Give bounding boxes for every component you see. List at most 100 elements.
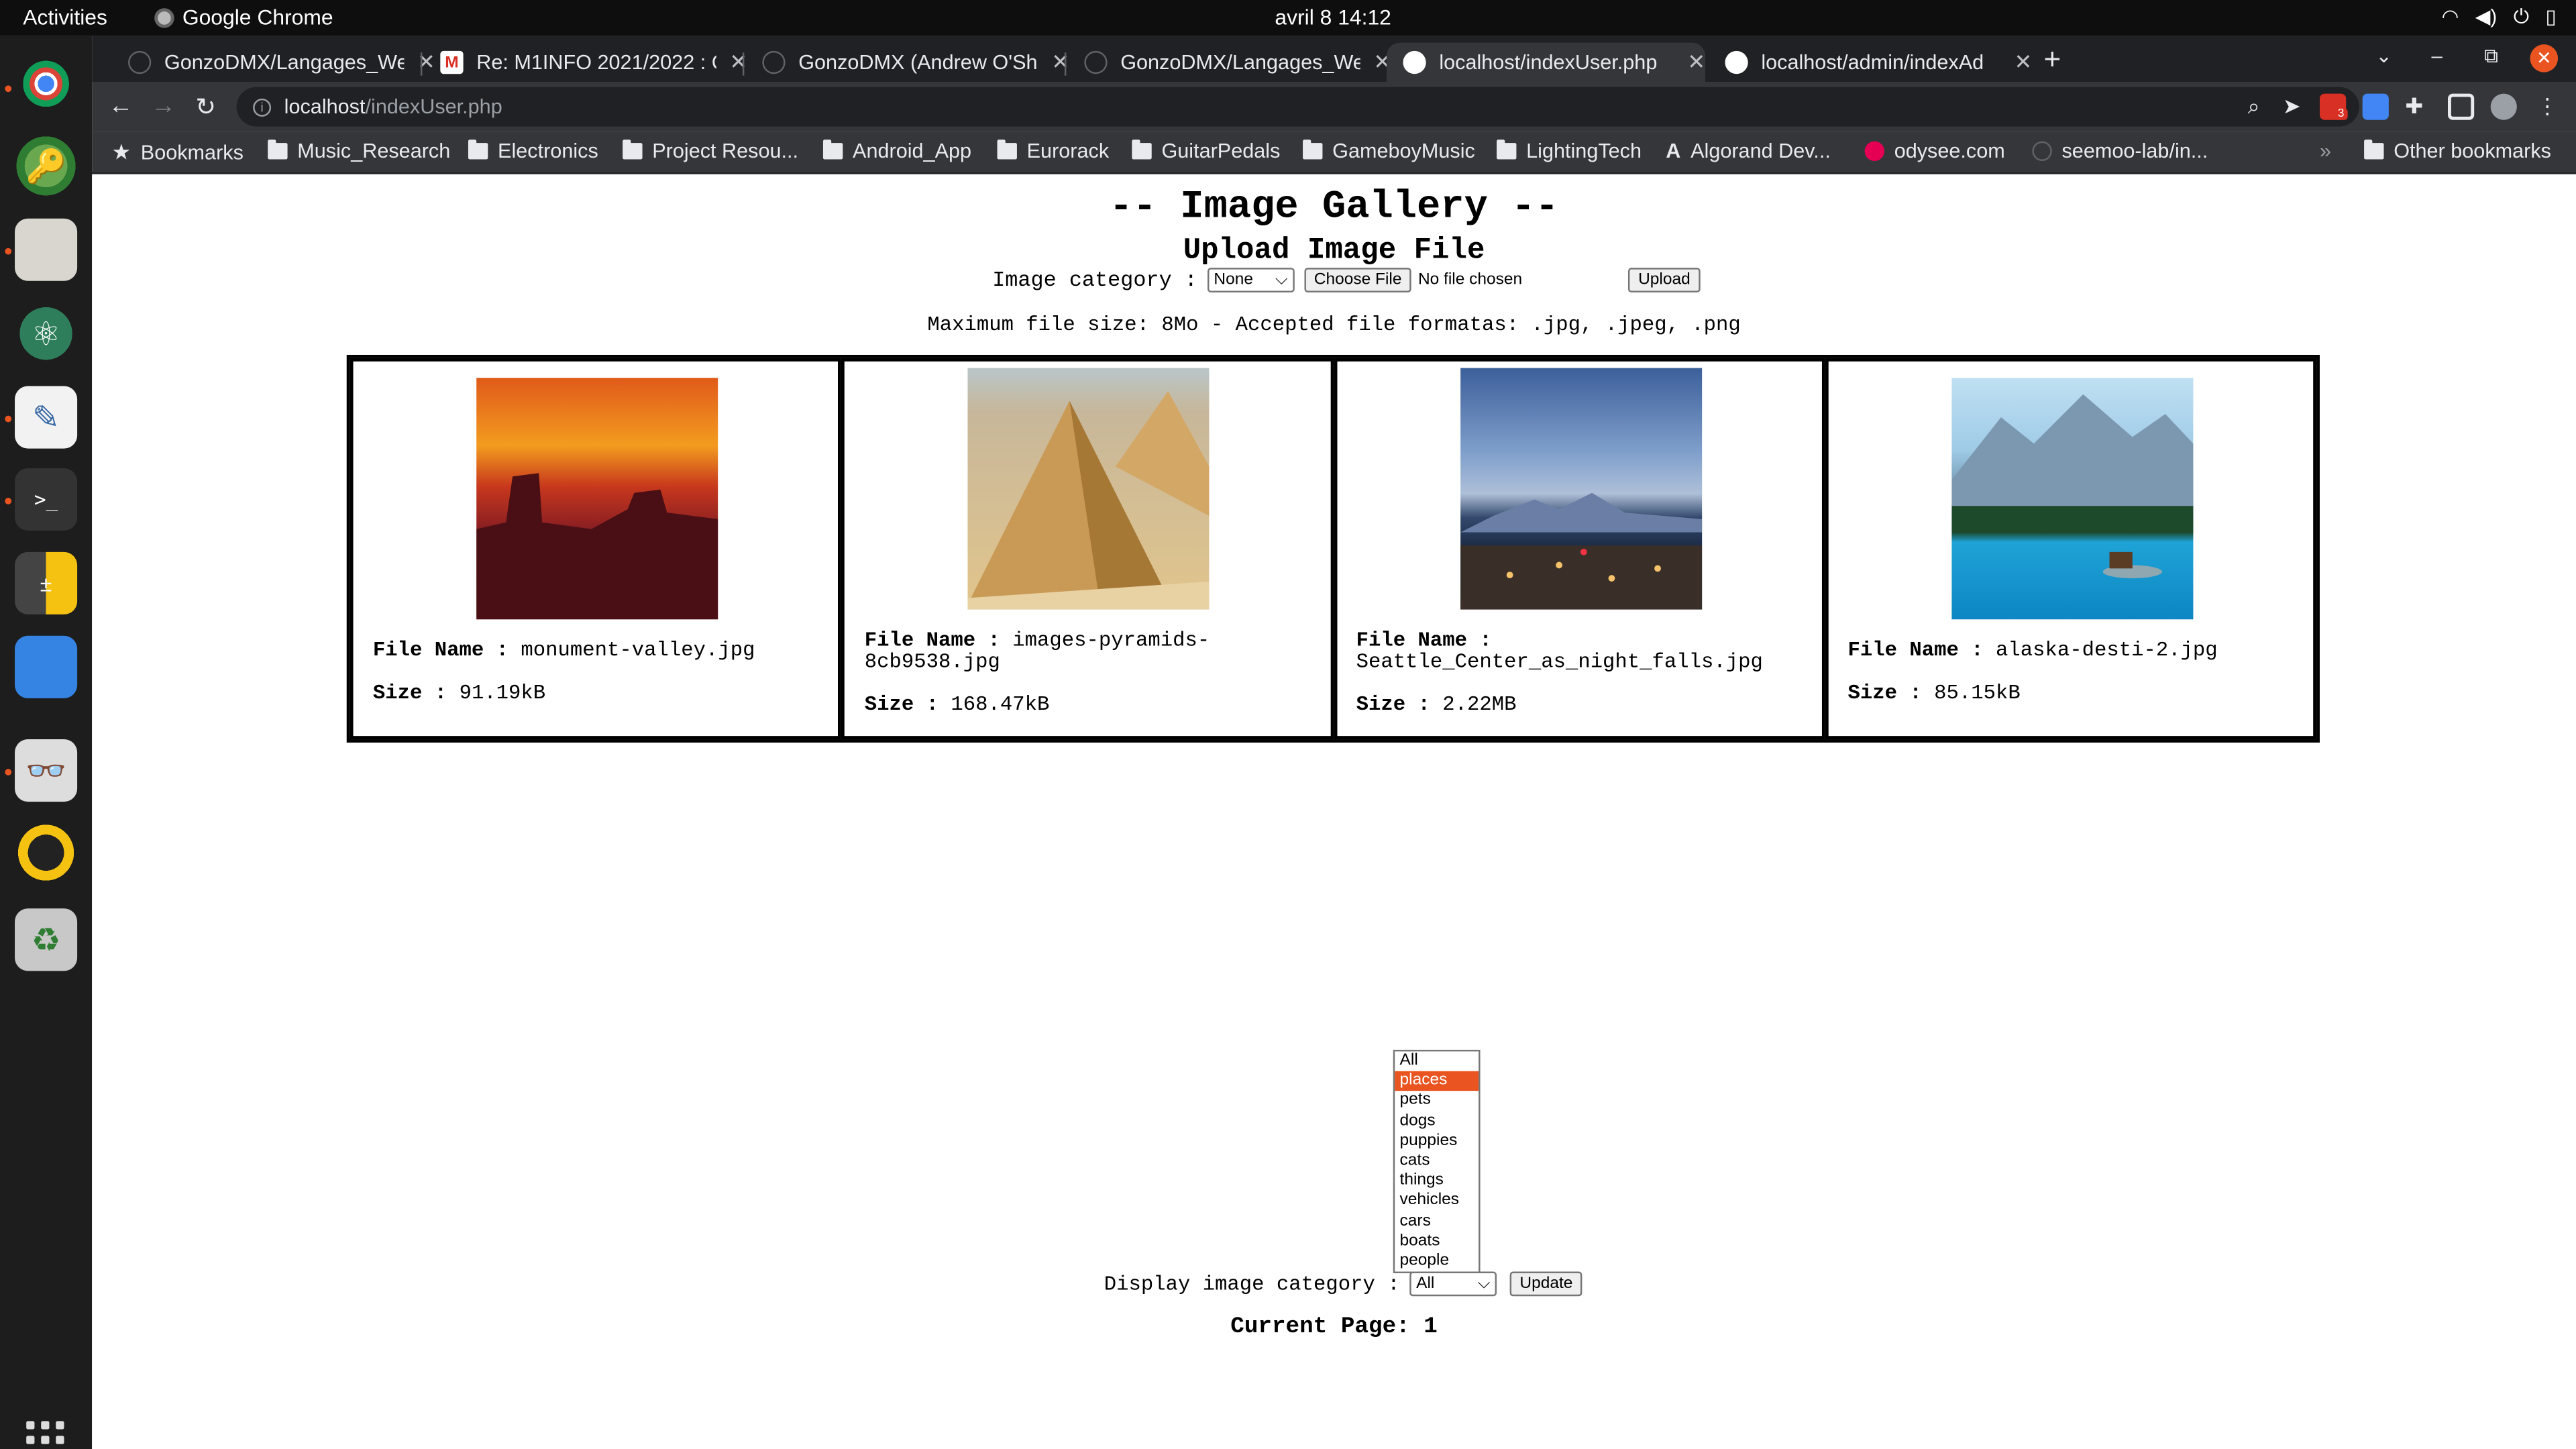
system-tray[interactable]: ◠ ◀) ⏻ ▯ (2442, 5, 2557, 30)
update-button[interactable]: Update (1509, 1271, 1583, 1297)
bookmark-label: Bookmarks (140, 141, 244, 164)
send-tab-icon[interactable]: ➤ (2283, 94, 2301, 120)
dropdown-option[interactable]: pets (1395, 1091, 1479, 1112)
side-panel-icon[interactable] (2448, 93, 2475, 120)
dropdown-option[interactable]: boats (1395, 1232, 1479, 1252)
category-dropdown-list[interactable]: All places pets dogs puppies cats things… (1393, 1049, 1481, 1274)
bookmarks-overflow-icon[interactable]: » (2320, 140, 2331, 162)
tab-3[interactable]: GonzoDMX (Andrew O'Sh ✕ (746, 43, 1069, 83)
dropdown-option[interactable]: things (1395, 1171, 1479, 1191)
file-info: File Name : alaska-desti-2.jpg (1848, 640, 2292, 662)
dropdown-option[interactable]: vehicles (1395, 1191, 1479, 1212)
upload-limits-text: Maximum file size: 8Mo - Accepted file f… (927, 313, 1741, 337)
trash-dock-icon[interactable]: ♻ (15, 908, 78, 971)
minimize-icon[interactable]: – (2432, 44, 2443, 67)
bookmark-seemoo-lab[interactable]: seemoo-lab/in... (2032, 140, 2208, 162)
star-icon: ★ (111, 140, 131, 164)
image-thumbnail-pyramids[interactable] (968, 368, 1210, 610)
text-editor-dock-icon[interactable]: ✎ (15, 386, 78, 449)
upload-heading: Upload Image File (1183, 235, 1485, 268)
file-info: File Name : images-pyramids-8cb9538.jpg (865, 630, 1308, 674)
chrome-small-icon (154, 7, 174, 28)
bookmark-gameboymusic[interactable]: GameboyMusic (1303, 140, 1475, 162)
app-menu[interactable]: Google Chrome (154, 5, 333, 30)
bookmark-project-resources[interactable]: Project Resou... (623, 140, 798, 162)
menu-kebab-icon[interactable]: ⋮ (2536, 94, 2563, 120)
dropdown-option[interactable]: puppies (1395, 1132, 1479, 1152)
bookmark-bookmarks[interactable]: ★ Bookmarks (112, 140, 244, 166)
upload-button[interactable]: Upload (1628, 268, 1701, 292)
size-info: Size : 85.15kB (1848, 683, 2292, 705)
bookmark-label: LightingTech (1526, 140, 1642, 163)
activities-button[interactable]: Activities (23, 5, 107, 30)
no-file-label: No file chosen (1417, 271, 1523, 290)
dropdown-option-highlighted[interactable]: places (1395, 1071, 1479, 1092)
close-tab-icon[interactable]: ✕ (2014, 49, 2032, 75)
close-window-icon[interactable]: ✕ (2530, 44, 2559, 72)
new-tab-button[interactable]: + (2044, 43, 2061, 77)
profile-avatar[interactable] (2490, 93, 2517, 120)
back-icon[interactable]: ← (109, 92, 133, 120)
restore-icon[interactable]: ⧉ (2484, 44, 2498, 69)
bookmark-other[interactable]: Other bookmarks (2364, 140, 2551, 162)
keepassxc-dock-icon[interactable]: 🔑 (15, 134, 78, 197)
dropdown-option[interactable]: cats (1395, 1152, 1479, 1172)
dropdown-option[interactable]: dogs (1395, 1112, 1479, 1132)
tab-5-active[interactable]: localhost/indexUser.php ✕ (1386, 42, 1706, 83)
tab-title: GonzoDMX/Langages_We (164, 50, 405, 74)
chrome-dock-icon[interactable] (15, 52, 78, 115)
bitwig-dock-icon[interactable] (15, 821, 78, 884)
tab-title: localhost/admin/indexAd (1761, 50, 1984, 74)
bookmark-eurorack[interactable]: Eurorack (997, 140, 1110, 163)
screenshot-dock-icon[interactable] (15, 635, 78, 698)
reload-icon[interactable]: ↻ (195, 92, 216, 122)
size-info: Size : 91.19kB (373, 683, 816, 705)
dropdown-option[interactable]: cars (1395, 1212, 1479, 1232)
odysee-icon (1864, 141, 1885, 162)
bookmark-music-research[interactable]: Music_Research (268, 140, 450, 162)
tab-search-icon[interactable]: ⌄ (2375, 44, 2392, 67)
bookmark-odysee[interactable]: odysee.com (1864, 140, 2005, 163)
close-tab-icon[interactable]: ✕ (729, 49, 747, 75)
site-info-icon[interactable]: i (253, 97, 272, 116)
terminal-dock-icon[interactable]: >_ (15, 468, 78, 531)
tab-2[interactable]: M Re: M1INFO 2021/2022 : C ✕ (424, 43, 747, 83)
files-dock-icon[interactable] (15, 218, 78, 281)
document-viewer-dock-icon[interactable]: 👓 (15, 739, 78, 802)
forward-icon[interactable]: → (151, 92, 176, 120)
image-thumbnail-alaska[interactable] (1951, 378, 2193, 620)
calculator-dock-icon[interactable]: ± (15, 551, 78, 614)
dropdown-option[interactable]: people (1395, 1252, 1479, 1272)
bookmark-lightingtech[interactable]: LightingTech (1497, 140, 1642, 162)
tab-6[interactable]: localhost/admin/indexAd ✕ (1709, 43, 2032, 83)
monument-silhouette (476, 473, 718, 620)
pyramid-shapes (968, 390, 1210, 610)
category-select[interactable]: None ⌵ (1207, 268, 1295, 292)
bookmark-electronics[interactable]: Electronics (468, 140, 598, 162)
clock[interactable]: avril 8 14:12 (1275, 5, 1391, 30)
bookmark-guitarpedals[interactable]: GuitarPedals (1132, 140, 1280, 162)
close-tab-icon[interactable]: ✕ (1687, 49, 1705, 75)
bookmark-algorand[interactable]: A Algorand Dev... (1666, 140, 1831, 162)
show-apps-icon[interactable] (26, 1421, 66, 1449)
close-tab-icon[interactable]: ✕ (1051, 49, 1069, 75)
bookmark-android-app[interactable]: Android_App (822, 140, 971, 162)
image-thumbnail-seattle[interactable] (1459, 368, 1701, 610)
chevron-down-icon: ⌵ (1275, 271, 1288, 290)
bookmark-label: Eurorack (1026, 140, 1110, 163)
bookmark-label: odysee.com (1894, 140, 2005, 163)
translate-extension-icon[interactable] (2362, 93, 2389, 120)
bookmark-label: Other bookmarks (2394, 140, 2551, 163)
choose-file-button[interactable]: Choose File (1304, 268, 1412, 292)
tab-4[interactable]: GonzoDMX/Langages_We ✕ (1068, 43, 1391, 83)
dropdown-option[interactable]: All (1395, 1051, 1479, 1071)
zoom-icon[interactable]: ⌕ (2248, 94, 2260, 120)
display-select-value: All (1416, 1275, 1435, 1293)
address-bar[interactable]: i localhost/indexUser.php ⌕ ➤ ☆ (236, 87, 2359, 127)
atom-dock-icon[interactable]: ⚛ (15, 302, 78, 365)
display-category-select[interactable]: All ⌵ (1409, 1271, 1497, 1297)
tab-1[interactable]: GonzoDMX/Langages_We ✕ (112, 43, 435, 83)
image-thumbnail-monument-valley[interactable] (476, 378, 718, 620)
extensions-puzzle-icon[interactable]: ✚ (2405, 94, 2431, 120)
algorand-icon: A (1666, 140, 1681, 163)
